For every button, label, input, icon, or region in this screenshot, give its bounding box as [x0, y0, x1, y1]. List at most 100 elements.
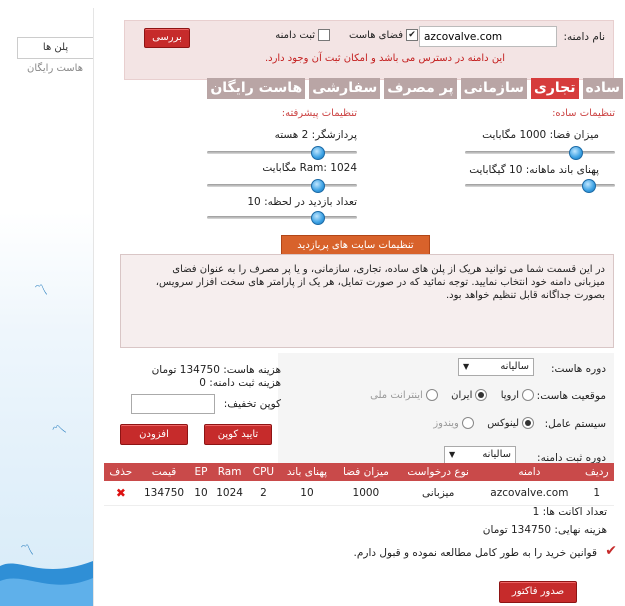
domain-label: نام دامنه: [563, 31, 605, 43]
col-header: ردیف [579, 463, 614, 481]
plan-tabs: ساده تجاری سازمانی پر مصرف سفارشی هاست ر… [207, 78, 623, 99]
location-europe-label: اروپا [500, 389, 519, 401]
radio-icon [522, 389, 534, 401]
terms-text: قوانین خرید را به طور کامل مطالعه نموده … [353, 547, 597, 559]
os-windows-radio[interactable]: ویندوز [433, 417, 474, 429]
col-header: پهنای باند [279, 463, 335, 481]
slider-handle[interactable] [310, 146, 325, 160]
hosting-cost: هزینه هاست: 134750 تومان [151, 364, 281, 376]
options-panel: دوره هاست: سالیانه ▼ موقعیت هاست: اروپا … [278, 353, 614, 471]
slider-handle[interactable] [310, 179, 325, 193]
plan-custom[interactable]: سفارشی [309, 78, 381, 99]
plan-organization[interactable]: سازمانی [460, 78, 528, 99]
col-header: حذف [104, 463, 138, 481]
high-traffic-settings-button[interactable]: تنظیمات سایت های پربازدید [281, 235, 430, 256]
cell-request-type: میزبانی [397, 481, 480, 506]
chevron-down-icon: ▼ [449, 450, 456, 459]
info-text: در این قسمت شما می توانید هریک از پلن ها… [155, 264, 605, 301]
radio-icon [461, 417, 474, 429]
slider-handle[interactable] [310, 211, 325, 225]
coupon-input[interactable] [131, 394, 215, 414]
cell-row-number: 1 [579, 481, 614, 506]
order-table: ردیف دامنه نوع درخواست میزان فضا پهنای ب… [104, 463, 614, 506]
check-button[interactable]: بررسی [144, 28, 190, 48]
plan-business[interactable]: تجاری [531, 78, 579, 99]
col-header: دامنه [479, 463, 580, 481]
location-iran-radio[interactable]: ایران [451, 389, 488, 401]
bird-icon: 〽 [20, 543, 34, 559]
left-tab-list: پلن ها هاست رایگان [17, 37, 93, 79]
tab-plans[interactable]: پلن ها [17, 37, 93, 59]
confirm-coupon-button[interactable]: تایید کوپن [204, 424, 272, 445]
hosting-period-row: دوره هاست: سالیانه ▼ [278, 353, 614, 384]
delete-icon[interactable]: ✖ [116, 486, 126, 500]
os-linux-label: لینوکس [487, 417, 519, 429]
checkbox-empty-icon [318, 29, 330, 41]
hosting-period-label: دوره هاست: [550, 363, 606, 375]
os-label: سیستم عامل: [544, 418, 606, 430]
domain-box: نام دامنه: ✔ فضای هاست ثبت دامنه بررسی ا… [124, 20, 614, 80]
location-radio-group: اروپا ایران اینترانت ملی [360, 389, 534, 404]
cell-disk: 1000 [334, 481, 398, 506]
os-radio-group: لینوکس ویندوز [423, 417, 534, 432]
location-europe-radio[interactable]: اروپا [501, 389, 534, 401]
domain-cost: هزینه ثبت دامنه: 0 [199, 377, 281, 389]
os-windows-label: ویندوز [433, 417, 459, 429]
bandwidth-label: پهنای باند ماهانه: 10 گیگابایت [469, 164, 599, 176]
location-national-label: اینترانت ملی [370, 389, 423, 401]
wave-decoration [0, 561, 93, 606]
cell-ram: 1024 [211, 481, 248, 506]
domain-status-message: این دامنه در دسترس می باشد و امکان ثبت آ… [264, 53, 505, 64]
simple-settings-title: تنظیمات ساده: [552, 108, 615, 119]
visits-label: تعداد بازدید در لحظه: 10 [247, 196, 357, 208]
issue-invoice-button[interactable]: صدور فاکتور [499, 581, 577, 603]
cpu-label: پردازشگر: 2 هسته [274, 129, 357, 141]
plan-simple[interactable]: ساده [582, 78, 623, 99]
checkmark-icon[interactable]: ✔ [605, 543, 617, 559]
os-row: سیستم عامل: لینوکس ویندوز [278, 408, 614, 441]
cell-price: 134750 [137, 481, 191, 506]
cell-bandwidth: 10 [279, 481, 335, 506]
disk-slider[interactable] [465, 146, 615, 160]
location-label: موقعیت هاست: [536, 390, 606, 402]
col-header: CPU [247, 463, 280, 481]
radio-selected-icon [522, 417, 534, 429]
sidebar-background [0, 0, 93, 606]
os-linux-radio[interactable]: لینوکس [487, 417, 534, 429]
register-domain-checkbox[interactable]: ثبت دامنه [275, 29, 330, 41]
table-row: 1 azcovalve.com میزبانی 1000 10 2 1024 1… [104, 481, 614, 506]
location-national-radio[interactable]: اینترانت ملی [370, 389, 438, 401]
register-domain-label: ثبت دامنه [275, 29, 315, 41]
cell-cpu: 2 [247, 481, 280, 506]
col-header: Ram [211, 463, 248, 481]
hosting-space-label: فضای هاست [348, 29, 403, 41]
col-header: قیمت [137, 463, 191, 481]
location-iran-label: ایران [451, 389, 473, 401]
add-button[interactable]: افزودن [120, 424, 188, 445]
col-header: نوع درخواست [397, 463, 480, 481]
plan-heavy[interactable]: پر مصرف [384, 78, 457, 99]
cell-ep: 10 [190, 481, 212, 506]
slider-handle[interactable] [582, 179, 597, 193]
col-header: میزان فضا [334, 463, 398, 481]
hosting-period-select[interactable]: سالیانه ▼ [458, 358, 534, 376]
visits-slider[interactable] [207, 211, 357, 225]
radio-selected-icon [475, 389, 488, 401]
table-header-row: ردیف دامنه نوع درخواست میزان فضا پهنای ب… [104, 463, 614, 481]
domain-input[interactable] [419, 26, 557, 47]
plan-free-host[interactable]: هاست رایگان [207, 78, 306, 99]
info-box: در این قسمت شما می توانید هریک از پلن ها… [120, 254, 614, 348]
hosting-period-value: سالیانه [500, 361, 529, 372]
ram-slider[interactable] [207, 179, 357, 193]
main-panel: نام دامنه: ✔ فضای هاست ثبت دامنه بررسی ا… [93, 8, 623, 606]
coupon-label: کوپن تخفیف: [223, 398, 281, 410]
location-row: موقعیت هاست: اروپا ایران اینترانت ملی [278, 383, 614, 409]
bandwidth-slider[interactable] [465, 179, 615, 193]
slider-handle[interactable] [568, 146, 583, 160]
cell-delete: ✖ [104, 481, 138, 506]
hosting-space-checkbox[interactable]: ✔ فضای هاست [349, 29, 418, 41]
domain-period-select[interactable]: سالیانه ▼ [444, 446, 516, 464]
cpu-slider[interactable] [207, 146, 357, 160]
tab-free-host[interactable]: هاست رایگان [17, 59, 93, 79]
disk-label: میزان فضا: 1000 مگابایت [482, 129, 599, 141]
